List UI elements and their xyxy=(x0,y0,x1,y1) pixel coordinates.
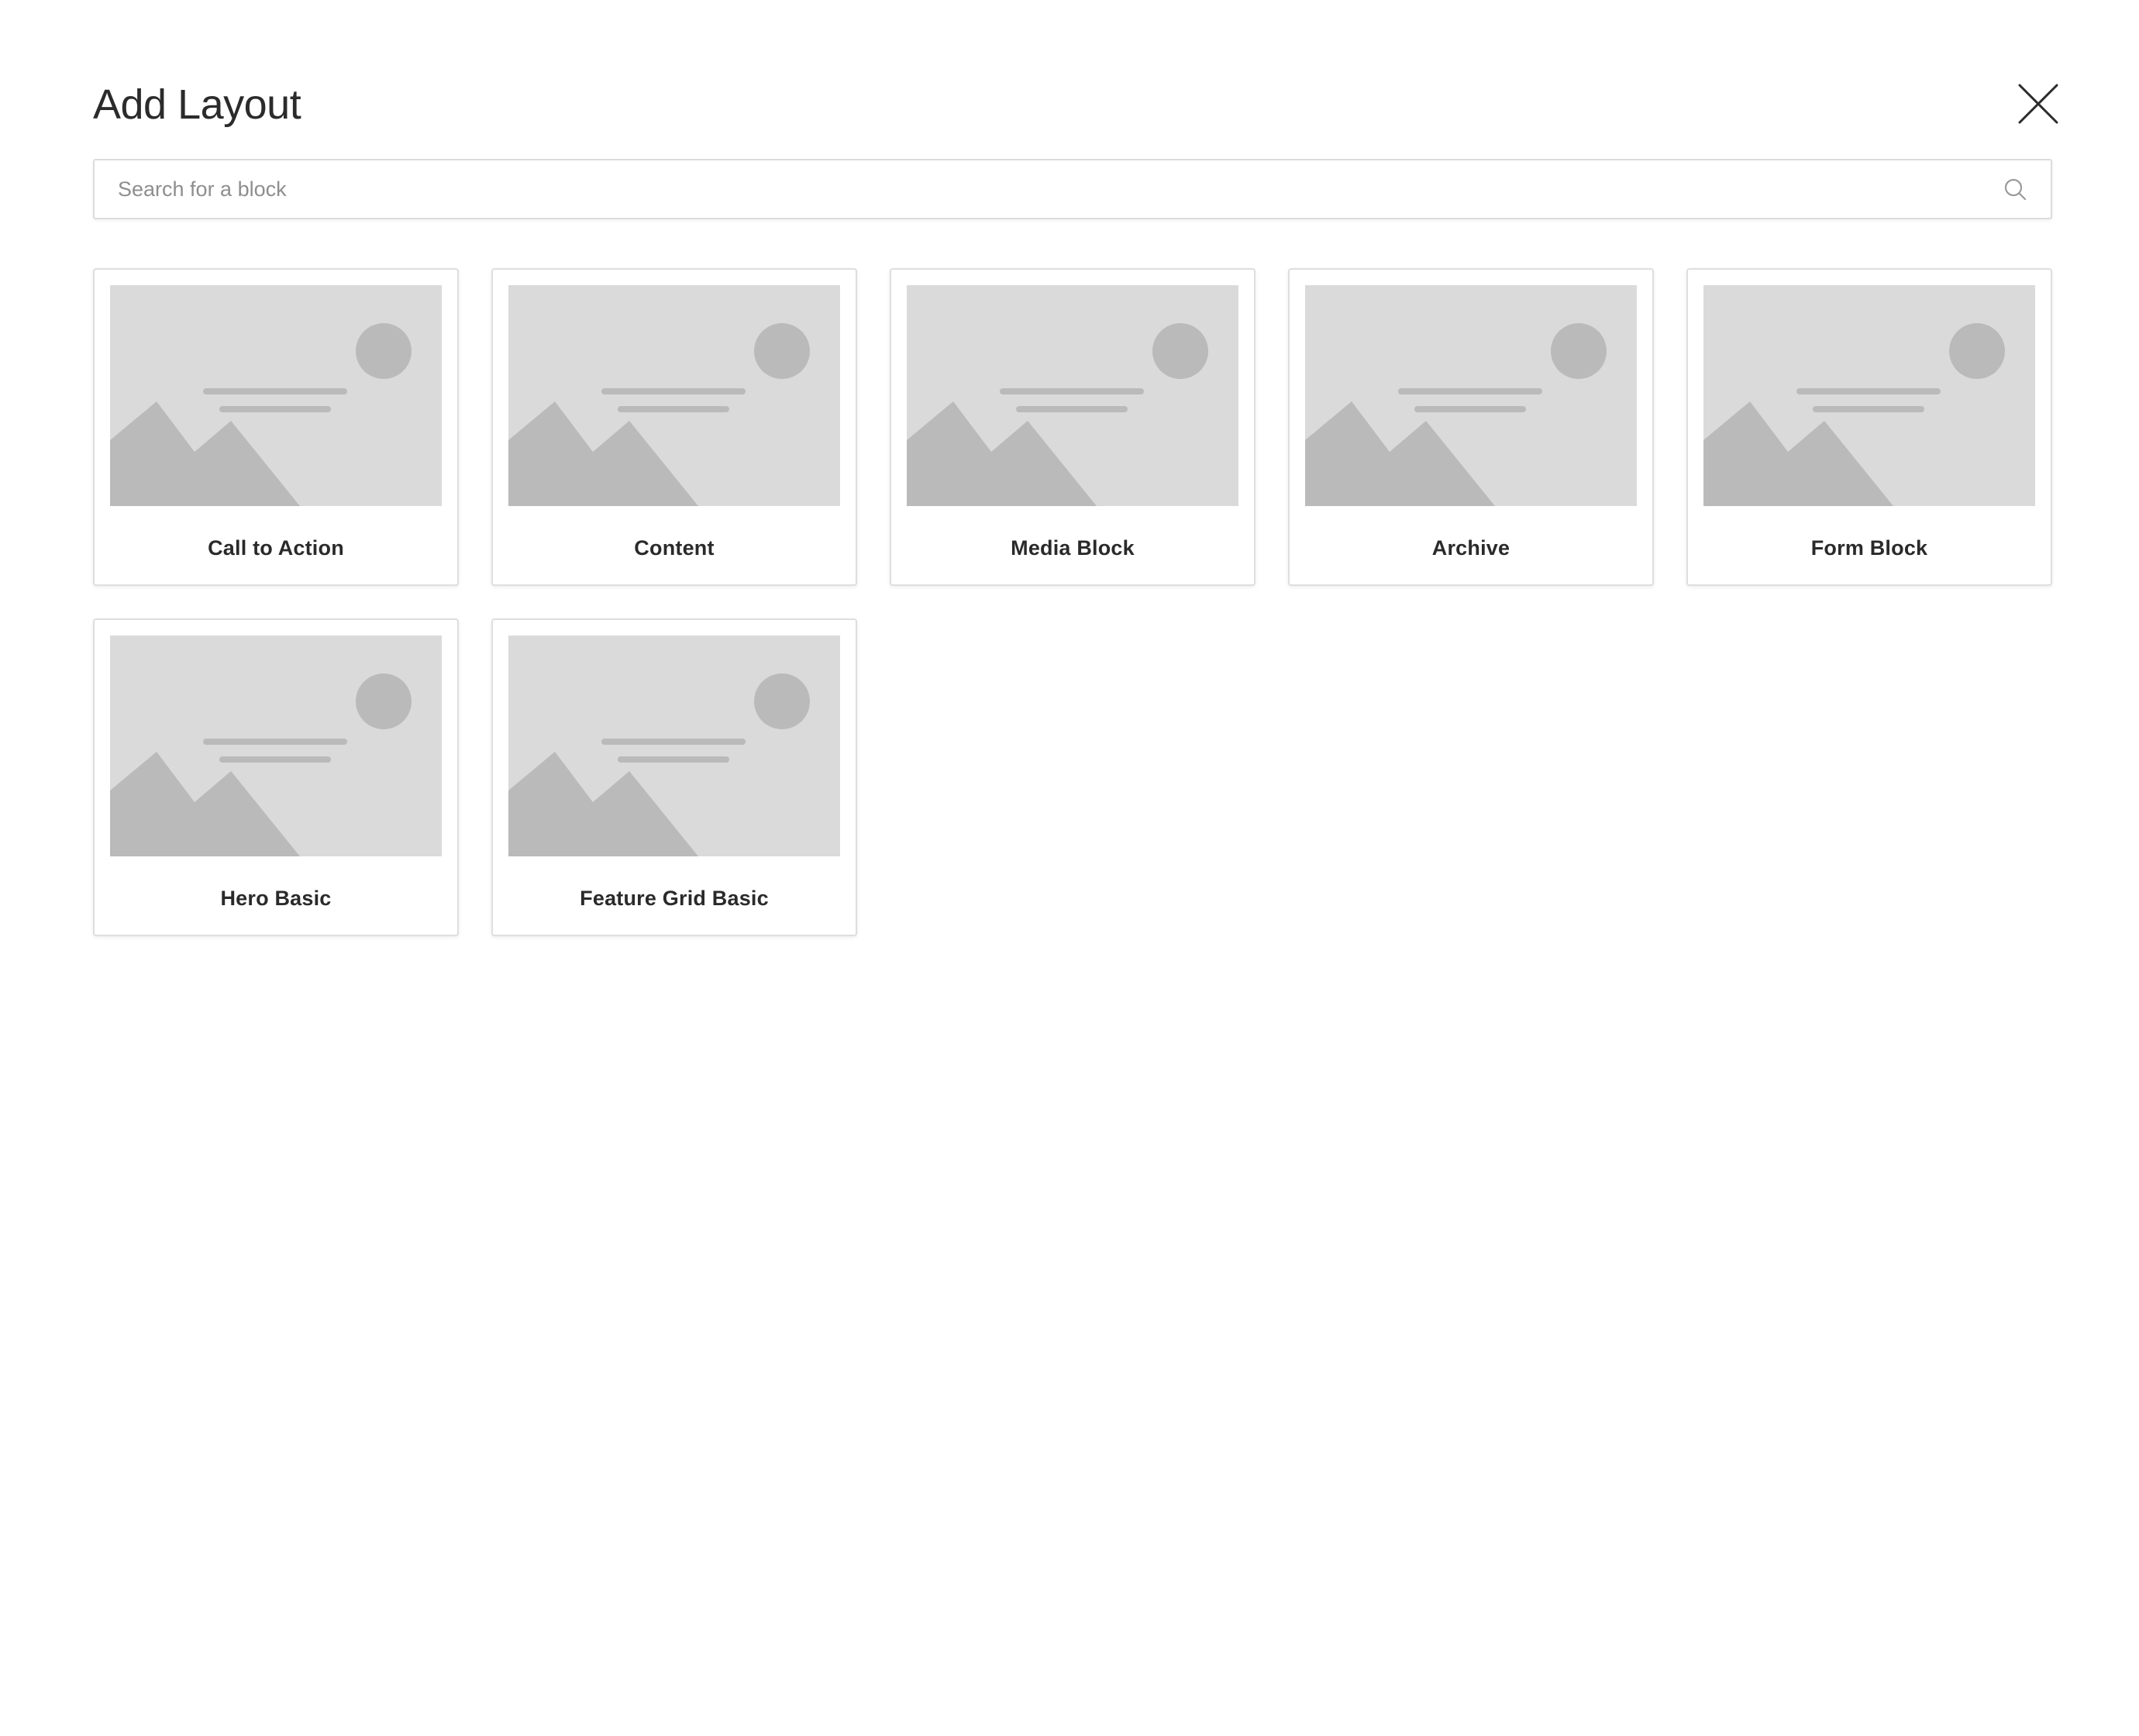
search-input[interactable] xyxy=(95,160,1986,218)
image-placeholder-icon xyxy=(508,285,840,506)
block-card-label: Hero Basic xyxy=(220,887,332,910)
block-card-media-block[interactable]: Media Block xyxy=(890,268,1256,586)
image-placeholder-icon xyxy=(1305,285,1637,506)
close-icon xyxy=(2018,84,2058,124)
image-placeholder-icon xyxy=(110,636,442,856)
block-card-label: Media Block xyxy=(1011,536,1135,560)
block-card-feature-grid-basic[interactable]: Feature Grid Basic xyxy=(491,618,857,936)
block-grid: Call to Action Content Media Block Archi… xyxy=(93,268,2052,936)
page-title: Add Layout xyxy=(93,81,301,128)
block-card-hero-basic[interactable]: Hero Basic xyxy=(93,618,459,936)
block-card-form-block[interactable]: Form Block xyxy=(1686,268,2052,586)
close-button[interactable] xyxy=(2012,78,2065,130)
block-card-call-to-action[interactable]: Call to Action xyxy=(93,268,459,586)
block-card-archive[interactable]: Archive xyxy=(1288,268,1654,586)
block-card-label: Archive xyxy=(1431,536,1510,560)
image-placeholder-icon xyxy=(1703,285,2035,506)
add-layout-drawer: Add Layout Call to Action xyxy=(0,0,2139,1736)
block-card-label: Form Block xyxy=(1810,536,1928,560)
search-field xyxy=(93,159,2052,219)
image-placeholder-icon xyxy=(907,285,1238,506)
image-placeholder-icon xyxy=(508,636,840,856)
block-card-content[interactable]: Content xyxy=(491,268,857,586)
search-icon[interactable] xyxy=(2003,177,2027,202)
image-placeholder-icon xyxy=(110,285,442,506)
block-card-label: Feature Grid Basic xyxy=(580,887,769,910)
block-card-label: Content xyxy=(634,536,715,560)
block-card-label: Call to Action xyxy=(208,536,344,560)
